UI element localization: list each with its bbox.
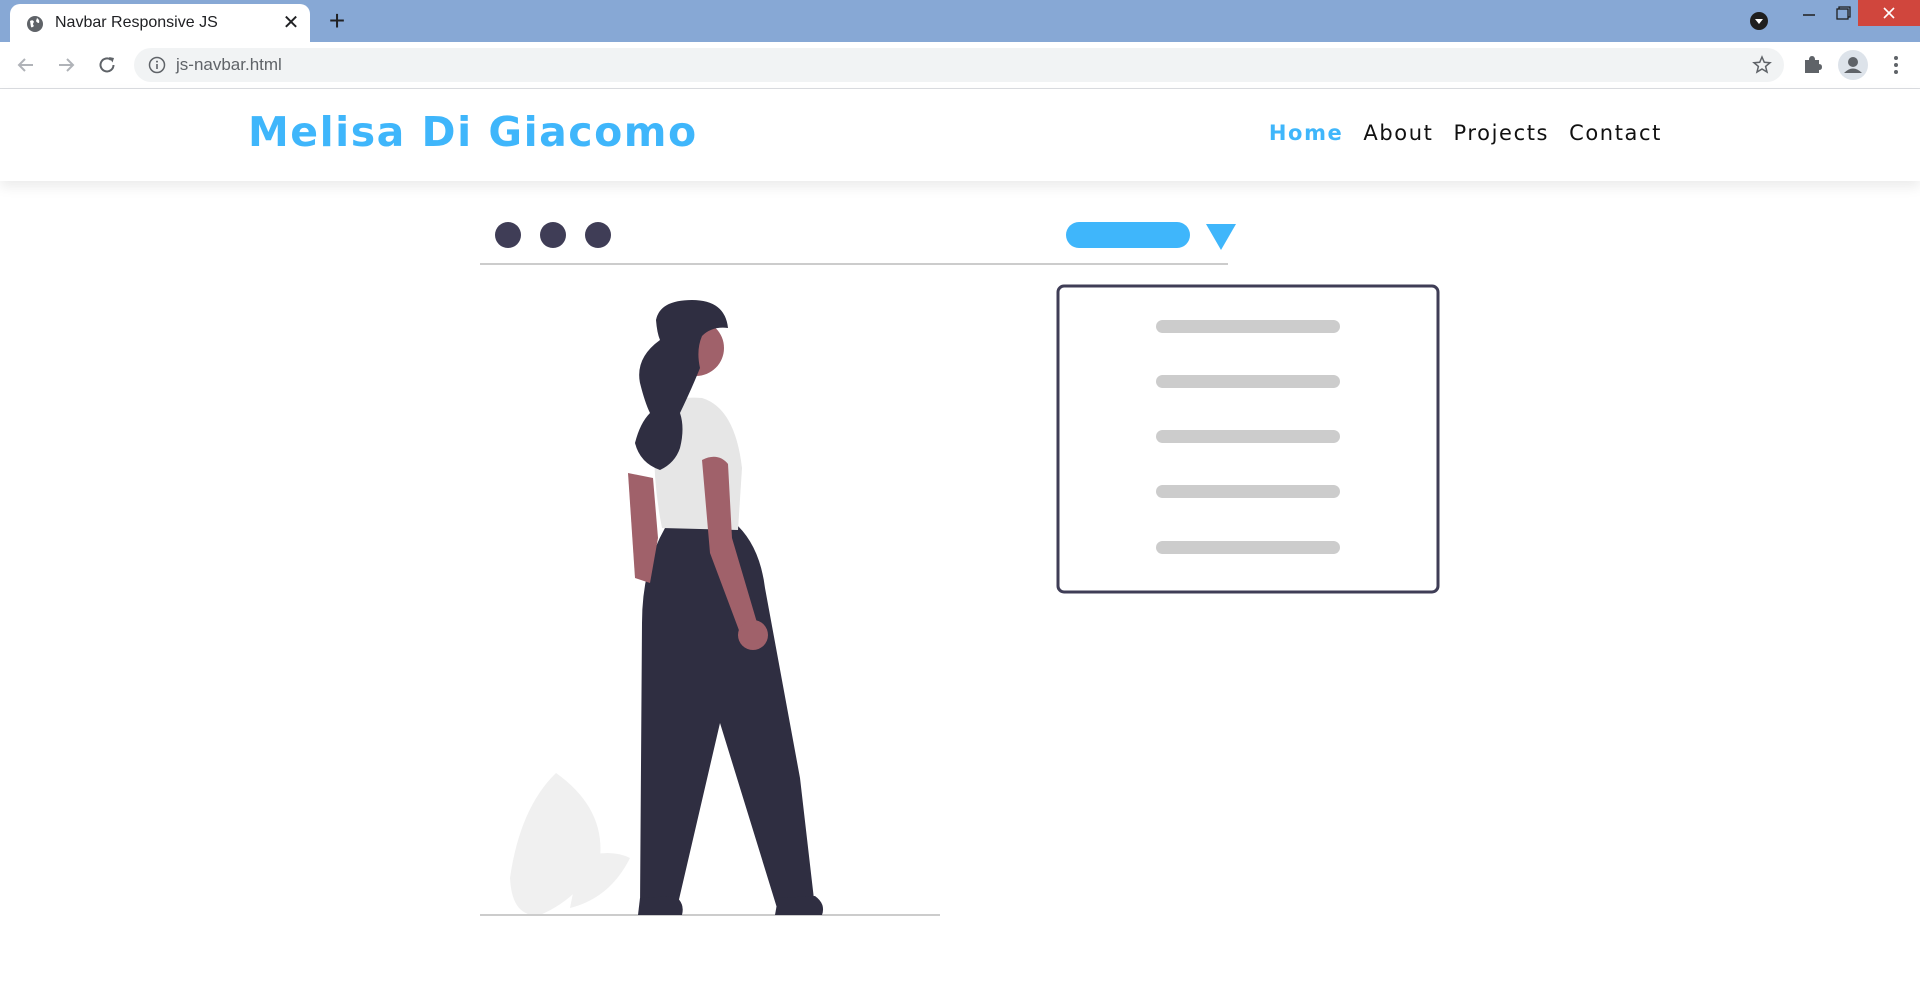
account-icon[interactable] [1838,50,1868,80]
illustration-dropdown-panel [1056,284,1440,594]
minimize-icon[interactable] [1796,0,1822,28]
window-dots [495,222,611,248]
main-nav: Home About Projects Contact [1269,121,1662,145]
kebab-menu-icon[interactable] [1884,53,1908,77]
hero-illustration [480,222,1440,916]
new-tab-button[interactable]: + [324,7,350,35]
site-logo[interactable]: Melisa Di Giacomo [248,108,698,156]
site-navbar: Melisa Di Giacomo Home About Projects Co… [0,89,1920,181]
illustration-pill [1066,222,1190,248]
close-window-icon[interactable] [1858,0,1920,26]
restore-icon[interactable] [1830,0,1856,28]
nav-link-home[interactable]: Home [1269,121,1344,145]
illustration-woman [628,300,824,915]
browser-tab[interactable]: Navbar Responsive JS ✕ [10,4,310,42]
star-icon[interactable] [1752,55,1772,75]
nav-link-projects[interactable]: Projects [1454,121,1550,145]
globe-icon [27,16,43,32]
nav-link-about[interactable]: About [1363,121,1433,145]
illustration-dropdown-triangle [1206,224,1236,250]
close-tab-icon[interactable]: ✕ [280,12,302,34]
nav-link-contact[interactable]: Contact [1569,121,1662,145]
puzzle-icon[interactable] [1801,53,1823,75]
arrow-right-icon[interactable] [54,53,78,77]
browser-tab-strip: Navbar Responsive JS ✕ + [0,0,1920,42]
address-bar[interactable]: js-navbar.html [134,48,1784,82]
url-text[interactable]: js-navbar.html [176,55,282,75]
browser-toolbar: js-navbar.html [0,42,1920,89]
info-icon[interactable] [148,56,166,74]
reload-icon[interactable] [95,53,119,77]
arrow-left-icon[interactable] [14,53,38,77]
tab-title: Navbar Responsive JS [55,14,218,31]
tab-search-icon[interactable] [1750,12,1768,30]
